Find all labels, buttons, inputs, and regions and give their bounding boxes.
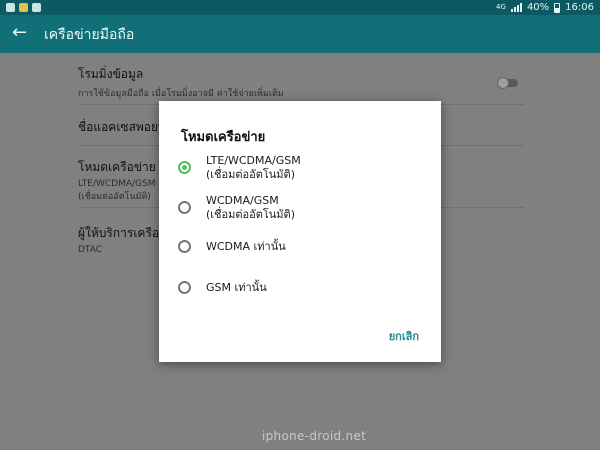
option-wcdma-gsm[interactable]: WCDMA/GSM (เชื่อมต่ออัตโนมัติ) [177, 193, 417, 225]
app-notification-icon [19, 3, 28, 12]
network-mode-dialog: โหมดเครือข่าย LTE/WCDMA/GSM (เชื่อมต่ออั… [159, 101, 441, 362]
signal-icon [510, 3, 522, 12]
app-bar: ← เครือข่ายมือถือ [0, 15, 600, 53]
radio-icon[interactable] [178, 240, 191, 253]
instagram-icon [32, 3, 41, 12]
status-icons: 4G 40% 16:06 [496, 0, 594, 15]
network-type: 4G [496, 3, 506, 11]
option-sublabel: (เชื่อมต่ออัตโนมัติ) [206, 168, 295, 181]
gallery-icon [6, 3, 15, 12]
radio-icon[interactable] [178, 201, 191, 214]
option-sublabel: (เชื่อมต่ออัตโนมัติ) [206, 208, 295, 221]
option-lte-wcdma-gsm[interactable]: LTE/WCDMA/GSM (เชื่อมต่ออัตโนมัติ) [177, 153, 417, 185]
notification-icons [6, 0, 41, 15]
setting-roaming[interactable]: โรมมิ่งข้อมูล การใช้ข้อมูลมือถือ เมื่อโร… [78, 61, 524, 105]
battery-icon [554, 2, 561, 13]
battery-percent: 40% [526, 2, 550, 13]
option-label: WCDMA เท่านั้น [206, 240, 286, 253]
setting-title: โรมมิ่งข้อมูล [78, 67, 144, 81]
cancel-button[interactable]: ยกเลิก [389, 327, 419, 345]
radio-icon[interactable] [178, 281, 191, 294]
radio-selected-icon[interactable] [178, 161, 191, 174]
option-label: WCDMA/GSM [206, 194, 279, 207]
page-title: เครือข่ายมือถือ [44, 27, 135, 43]
option-label: GSM เท่านั้น [206, 281, 267, 294]
setting-subtitle: การใช้ข้อมูลมือถือ เมื่อโรมมิ่งอาจมี ค่า… [78, 89, 284, 99]
clock: 16:06 [565, 2, 594, 13]
option-label: LTE/WCDMA/GSM [206, 154, 301, 167]
watermark: iphone-droid.net [262, 429, 367, 443]
dialog-title: โหมดเครือข่าย [181, 130, 266, 145]
roaming-toggle[interactable] [497, 77, 518, 89]
back-arrow-icon[interactable]: ← [12, 22, 27, 44]
option-wcdma-only[interactable]: WCDMA เท่านั้น [177, 238, 417, 258]
option-gsm-only[interactable]: GSM เท่านั้น [177, 279, 417, 299]
status-bar: 4G 40% 16:06 [0, 0, 600, 15]
